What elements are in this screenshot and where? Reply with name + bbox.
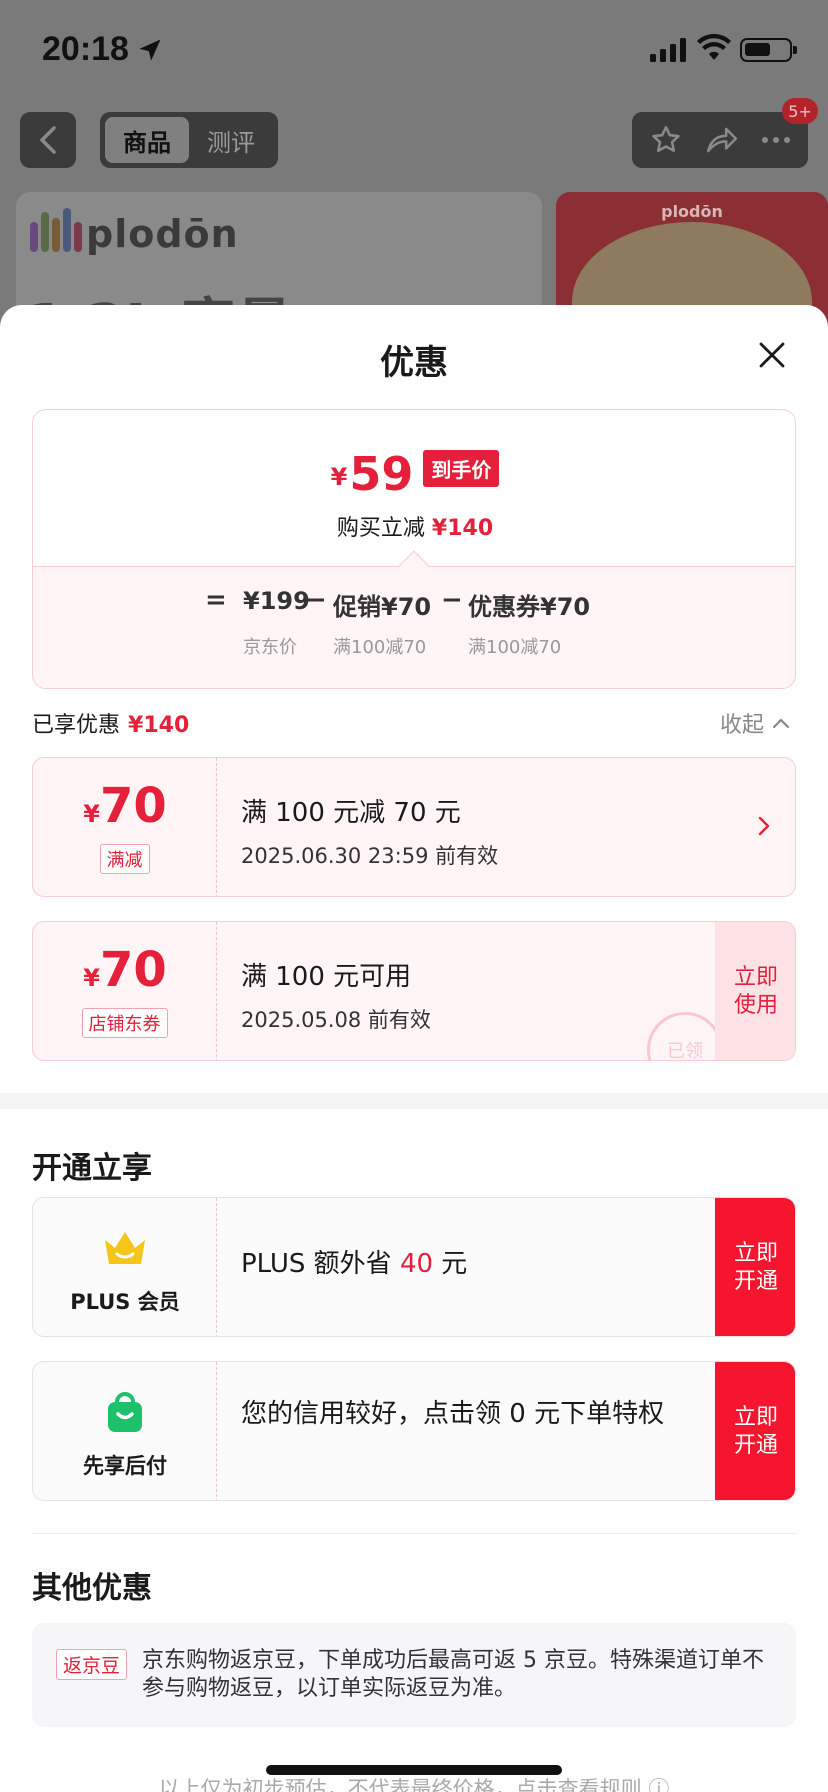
reduce-summary: 购买立减 ¥140 (33, 510, 795, 542)
close-icon[interactable] (756, 339, 788, 371)
banner2-brand: plodōn (661, 202, 723, 221)
shopping-bag-icon (108, 1392, 142, 1432)
final-price-tag: 到手价 (423, 450, 500, 487)
open-bnpl-button[interactable]: 立即 开通 (715, 1362, 795, 1500)
rebate-text: 京东购物返京豆，下单成功后最高可返 5 京豆。特殊渠道订单不参与购物返豆，以订单… (142, 1648, 764, 1701)
jd-bean-rebate-info: 返京豆 京东购物返京豆，下单成功后最高可返 5 京豆。特殊渠道订单不参与购物返豆… (32, 1623, 796, 1727)
brand-logo-icon (30, 208, 82, 252)
star-icon[interactable] (649, 123, 683, 157)
use-now-button[interactable]: 立即 使用 (715, 922, 795, 1060)
more-icon[interactable] (761, 135, 791, 145)
coupon-type-tag: 店铺东券 (81, 1008, 168, 1038)
claimed-stamp: 已领 (647, 1012, 723, 1060)
location-arrow-icon (139, 39, 161, 61)
collapse-toggle[interactable]: 收起 (720, 707, 790, 739)
collapse-label: 收起 (720, 713, 765, 738)
battery-icon (740, 38, 797, 62)
jd-price: ¥199 (243, 587, 310, 615)
share-icon[interactable] (704, 123, 740, 157)
status-bar: 20:18 (0, 0, 828, 100)
coupon-currency: ¥ (83, 800, 100, 828)
equals-sign: = (205, 585, 227, 615)
divider (32, 1533, 796, 1534)
action-bar (632, 112, 808, 168)
perk-text: 您的信用较好，点击领 0 元下单特权 (241, 1399, 665, 1429)
coupon-title: 满 100 元可用 (241, 962, 412, 992)
brand-name: plodōn (86, 212, 239, 256)
buy-now-pay-later-card[interactable]: 先享后付 您的信用较好，点击领 0 元下单特权 立即 开通 (32, 1361, 796, 1501)
home-indicator[interactable] (266, 1765, 562, 1775)
chevron-up-icon (772, 718, 790, 729)
plus-member-card[interactable]: PLUS 会员 PLUS 额外省 40 元 立即 开通 (32, 1197, 796, 1337)
open-section-title: 开通立享 (32, 1151, 152, 1186)
wifi-icon (697, 34, 731, 60)
minus-sign: − (441, 585, 463, 615)
coupon-amount: 优惠券¥70 (468, 593, 591, 621)
back-button[interactable] (20, 112, 76, 168)
enjoyed-discount: 已享优惠 ¥140 (32, 707, 189, 739)
coupon-currency: ¥ (83, 964, 100, 992)
rebate-tag: 返京豆 (56, 1649, 128, 1680)
message-count-badge: 5+ (782, 98, 818, 124)
coupon-expiry: 2025.06.30 23:59 前有效 (241, 844, 499, 868)
reduce-amount: ¥140 (431, 516, 494, 541)
coupon-rule: 满100减70 (468, 637, 562, 658)
promo-rule: 满100减70 (333, 637, 427, 658)
chevron-left-icon (40, 126, 56, 154)
jd-price-label: 京东价 (243, 637, 297, 658)
enjoyed-amount: ¥140 (128, 713, 190, 738)
promo-amount: 促销¥70 (333, 593, 432, 621)
perk-text: PLUS 额外省 40 元 (241, 1249, 468, 1279)
rules-footer-link[interactable]: 以上仅为初步预估，不代表最终价格，点击查看规则 ⓘ (0, 1773, 828, 1792)
coupon-type-tag: 满减 (99, 844, 150, 874)
coupon-value: 70 (99, 942, 167, 998)
signal-icon (650, 38, 686, 62)
tab-review[interactable]: 测评 (189, 117, 273, 163)
crown-icon (105, 1232, 145, 1264)
price-summary-card: ¥ 59 到手价 购买立减 ¥140 = ¥199 京东价 − 促销¥70 满1… (32, 409, 796, 689)
open-plus-button[interactable]: 立即 开通 (715, 1198, 795, 1336)
perk-name: 先享后付 (83, 1454, 167, 1478)
sheet-title: 优惠 (380, 343, 448, 383)
info-icon: ⓘ (648, 1777, 670, 1792)
reduce-label: 购买立减 (336, 516, 425, 541)
minus-sign: − (305, 585, 327, 615)
enjoyed-label: 已享优惠 (32, 713, 121, 738)
discount-sheet: 优惠 ¥ 59 到手价 购买立减 ¥140 = ¥199 京东价 − 促销¥70… (0, 305, 828, 1792)
coupon-expiry: 2025.05.08 前有效 (241, 1008, 431, 1032)
chevron-right-icon (758, 816, 770, 836)
currency-symbol: ¥ (330, 463, 348, 491)
coupon-card[interactable]: ¥70 满减 满 100 元减 70 元 2025.06.30 23:59 前有… (32, 757, 796, 897)
tab-product[interactable]: 商品 (105, 117, 189, 163)
product-page-background: 20:18 商品 测评 5+ plodōn 1.2L 容量 plodōn (0, 0, 828, 330)
other-section-title: 其他优惠 (32, 1571, 152, 1606)
perk-name: PLUS 会员 (70, 1290, 180, 1314)
section-divider (0, 1093, 828, 1109)
coupon-title: 满 100 元减 70 元 (241, 798, 461, 828)
final-price: 59 (349, 447, 414, 501)
status-time: 20:18 (42, 30, 129, 68)
coupon-value: 70 (99, 778, 167, 834)
coupon-card[interactable]: ¥70 店铺东券 满 100 元可用 2025.05.08 前有效 已领 立即 … (32, 921, 796, 1061)
tab-switcher: 商品 测评 (100, 112, 278, 168)
